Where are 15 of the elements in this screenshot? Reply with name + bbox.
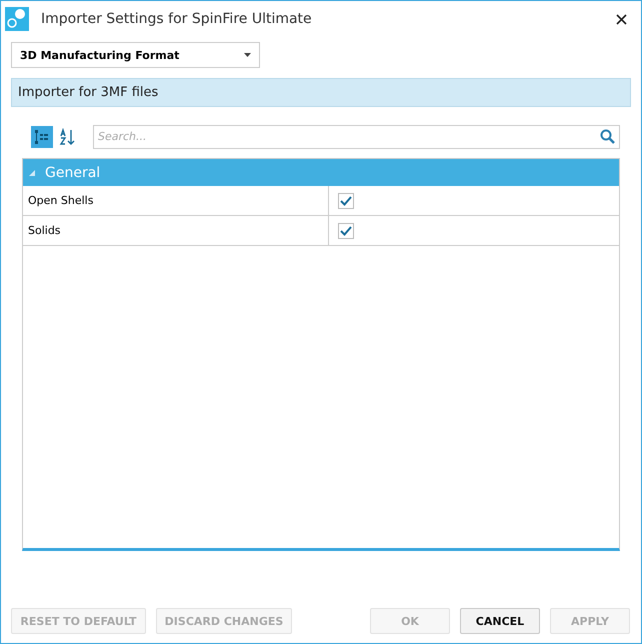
app-logo-icon: [5, 7, 29, 31]
categorized-view-button[interactable]: [31, 126, 53, 148]
search-field[interactable]: Search...: [93, 124, 620, 148]
format-dropdown[interactable]: 3D Manufacturing Format: [11, 42, 260, 68]
group-header[interactable]: General: [23, 159, 619, 186]
window-title: Importer Settings for SpinFire Ultimate: [41, 11, 313, 27]
close-icon: [616, 14, 626, 24]
search-icon: [600, 128, 615, 144]
description-bar: Importer for 3MF files: [11, 78, 631, 107]
property-name: Solids: [23, 216, 329, 245]
dialog-button[interactable]: CANCEL: [460, 608, 540, 634]
property-name: Open Shells: [23, 186, 329, 215]
checkbox[interactable]: [338, 222, 354, 238]
caret-icon: [244, 53, 251, 57]
checkbox[interactable]: [338, 192, 354, 208]
